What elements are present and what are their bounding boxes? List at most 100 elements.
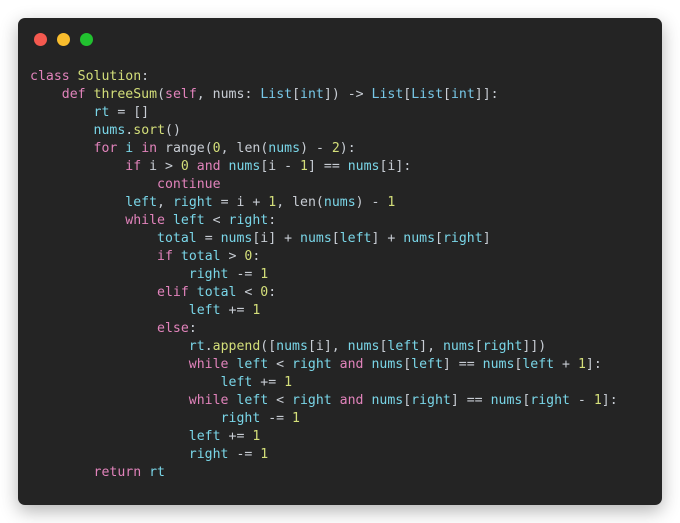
code-token: left: [522, 357, 555, 372]
code-token: right: [188, 267, 229, 282]
code-line: right -= 1: [30, 446, 654, 464]
code-token: 1: [577, 357, 586, 372]
code-token: while: [188, 393, 237, 408]
code-line: continue: [30, 176, 654, 194]
code-token: +=: [252, 375, 285, 390]
code-token: (): [165, 123, 181, 138]
code-line: def threeSum(self, nums: List[int]) -> L…: [30, 86, 654, 104]
code-token: in: [133, 141, 166, 156]
code-token: right: [172, 195, 213, 210]
code-line: if total > 0:: [30, 248, 654, 266]
code-token: right: [292, 393, 332, 408]
code-token: [: [403, 357, 412, 372]
code-line: right -= 1: [30, 410, 654, 428]
code-token: List: [411, 87, 444, 102]
code-line: while left < right and nums[right] == nu…: [30, 392, 654, 410]
code-token: right: [482, 339, 523, 354]
code-token: if: [157, 249, 181, 264]
code-token: return: [93, 465, 150, 480]
code-token: left: [236, 393, 269, 408]
code-token: i: [149, 159, 158, 174]
code-token: 1: [593, 393, 602, 408]
code-token: ,: [196, 87, 213, 102]
code-token: left: [125, 195, 158, 210]
code-token: [: [403, 393, 412, 408]
code-token: nums: [276, 339, 308, 354]
code-token: i: [315, 339, 324, 354]
code-token: nums: [220, 231, 253, 246]
code-token: = []: [109, 105, 150, 120]
code-token: 1: [387, 195, 396, 210]
code-token: -=: [260, 411, 293, 426]
code-token: :: [252, 249, 261, 264]
code-token: :: [268, 285, 277, 300]
code-token: while: [188, 357, 237, 372]
code-token: +=: [220, 303, 253, 318]
code-token: left: [411, 357, 443, 372]
code-line: left, right = i + 1, len(nums) - 1: [30, 194, 654, 212]
minimize-window-dot[interactable]: [57, 33, 70, 46]
code-token: ] ==: [308, 159, 348, 174]
code-token: 1: [260, 447, 269, 462]
code-token: :: [141, 69, 150, 84]
code-token: <: [268, 357, 293, 372]
code-token: rt: [188, 339, 205, 354]
code-block[interactable]: class Solution: def threeSum(self, nums:…: [30, 68, 654, 482]
code-token: :: [188, 321, 197, 336]
code-token: nums: [300, 231, 332, 246]
code-token: nums: [228, 159, 261, 174]
code-token: nums: [482, 357, 515, 372]
code-area[interactable]: class Solution: def threeSum(self, nums:…: [30, 68, 654, 497]
code-token: left: [172, 213, 205, 228]
code-line: class Solution:: [30, 68, 654, 86]
maximize-window-dot[interactable]: [80, 33, 93, 46]
code-token: 1: [268, 195, 277, 210]
code-line: rt = []: [30, 104, 654, 122]
code-token: ) -: [300, 141, 332, 156]
code-token: ] ==: [450, 393, 491, 408]
code-token: ]]): [522, 339, 547, 354]
code-line: total = nums[i] + nums[left] + nums[righ…: [30, 230, 654, 248]
code-token: ],: [419, 339, 443, 354]
code-token: 1: [300, 159, 308, 174]
close-window-dot[interactable]: [34, 33, 47, 46]
code-token: [: [331, 231, 340, 246]
code-token: nums: [212, 87, 245, 102]
code-line: while left < right:: [30, 212, 654, 230]
code-token: len: [236, 141, 261, 156]
code-token: [: [474, 339, 483, 354]
code-line: left += 1: [30, 428, 654, 446]
code-token: and: [331, 393, 372, 408]
code-token: append: [212, 339, 261, 354]
code-token: and: [188, 159, 229, 174]
code-token: :: [268, 213, 277, 228]
code-token: right: [188, 447, 229, 462]
code-token: +: [244, 195, 269, 210]
code-token: ) -: [355, 195, 388, 210]
code-token: ([: [260, 339, 277, 354]
code-token: rt: [93, 105, 110, 120]
code-line: rt.append([nums[i], nums[left], nums[rig…: [30, 338, 654, 356]
code-token: sort: [133, 123, 166, 138]
code-token: nums: [268, 141, 301, 156]
code-token: :: [244, 87, 261, 102]
code-token: =: [196, 231, 221, 246]
code-token: 2: [331, 141, 340, 156]
code-token: [: [307, 339, 316, 354]
code-token: left: [188, 429, 221, 444]
code-token: right: [228, 213, 269, 228]
code-token: right: [442, 231, 483, 246]
code-line: left += 1: [30, 374, 654, 392]
code-token: Solution: [77, 69, 142, 84]
code-line: while left < right and nums[left] == num…: [30, 356, 654, 374]
code-token: nums: [371, 357, 404, 372]
